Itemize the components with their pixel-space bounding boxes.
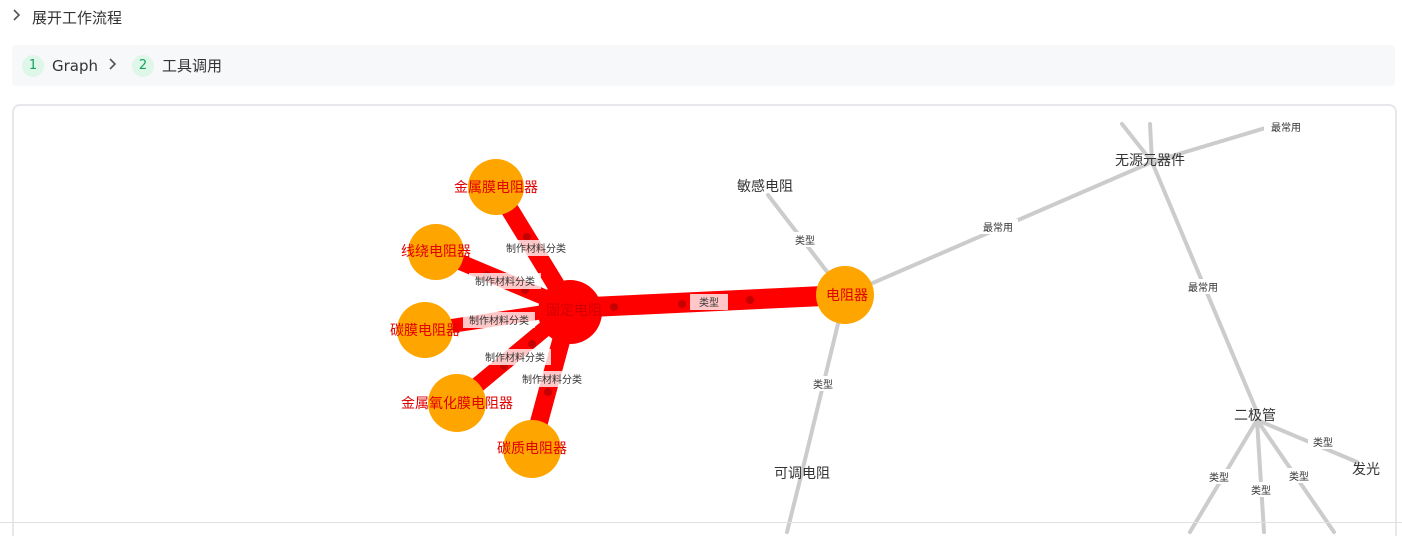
edge-label: 最常用 — [1188, 281, 1218, 294]
workflow-steps: 1 Graph 2 工具调用 — [12, 45, 1395, 86]
step-graph[interactable]: 1 Graph — [22, 54, 99, 77]
edge-marker — [544, 388, 552, 396]
node-label: 发光 — [1352, 462, 1380, 478]
knowledge-graph-canvas[interactable]: 制作材料分类 制作材料分类 制作材料分类 制作材料分类 制作材料分类 类型 类型… — [14, 106, 1395, 536]
node-label: 敏感电阻 — [737, 178, 793, 195]
edge-marker — [523, 233, 531, 241]
expand-workflow-toggle[interactable]: 展开工作流程 — [12, 4, 122, 30]
edge-label: 类型 — [1289, 470, 1309, 483]
node-label: 无源元器件 — [1115, 153, 1185, 169]
node-label: 碳质电阻器 — [497, 441, 567, 457]
chevron-right-icon — [108, 57, 118, 74]
node-label: 可调电阻 — [774, 466, 830, 482]
node-label: 线绕电阻器 — [401, 244, 471, 260]
step-tool-call[interactable]: 2 工具调用 — [132, 54, 223, 77]
node-label: 金属氧化膜电阻器 — [401, 396, 513, 412]
edge-marker — [528, 340, 536, 348]
edge-label: 最常用 — [1271, 121, 1301, 134]
step-label: Graph — [52, 56, 99, 75]
edge-marker — [610, 303, 618, 311]
edge-label: 类型 — [699, 296, 719, 309]
step-number: 2 — [132, 54, 155, 77]
edge-label: 类型 — [795, 234, 815, 247]
node-label: 碳膜电阻器 — [390, 323, 460, 339]
edge-marker — [746, 296, 754, 304]
divider — [0, 522, 1402, 523]
expand-workflow-label: 展开工作流程 — [32, 8, 123, 27]
edge-marker — [678, 300, 686, 308]
edge-label: 类型 — [1251, 484, 1271, 497]
edge-label: 制作材料分类 — [485, 351, 545, 364]
edge-label: 类型 — [1209, 471, 1229, 484]
node-label: 二极管 — [1234, 408, 1276, 424]
knowledge-graph-panel[interactable]: 制作材料分类 制作材料分类 制作材料分类 制作材料分类 制作材料分类 类型 类型… — [12, 104, 1397, 536]
graph-edge — [1255, 418, 1266, 534]
step-number: 1 — [22, 54, 44, 77]
edge-label: 类型 — [1313, 436, 1333, 449]
chevron-right-icon — [12, 9, 24, 25]
edge-label: 最常用 — [983, 221, 1013, 234]
edge-label: 制作材料分类 — [475, 275, 535, 288]
node-label: 电阻器 — [826, 288, 868, 304]
edge-label: 制作材料分类 — [469, 314, 529, 327]
edge-label: 制作材料分类 — [522, 373, 582, 386]
edge-label: 制作材料分类 — [506, 242, 566, 255]
node-label: 金属膜电阻器 — [454, 180, 538, 196]
step-label: 工具调用 — [162, 57, 223, 75]
edge-label: 类型 — [813, 378, 833, 391]
graph-edges — [766, 122, 1359, 534]
node-label: 固定电阻 — [546, 303, 602, 319]
